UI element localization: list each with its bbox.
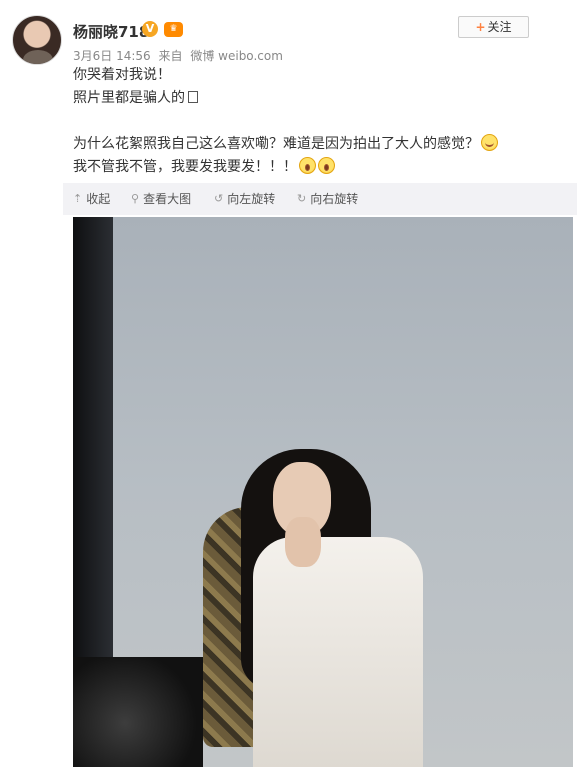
post-meta: 3月6日 14:56 来自 微博 weibo.com bbox=[73, 47, 287, 64]
collapse-button[interactable]: ⇡ 收起 bbox=[73, 183, 110, 215]
magnifier-icon: ⚲ bbox=[131, 192, 140, 205]
rotate-left-button[interactable]: ↺ 向左旋转 bbox=[214, 183, 275, 215]
post-line-4: 我不管我不管，我要发我要发！！！ bbox=[73, 156, 553, 179]
rotate-left-icon: ↺ bbox=[214, 192, 224, 205]
post-line-2: 照片里都是骗人的 bbox=[73, 87, 553, 110]
photo-camera-foreground bbox=[73, 657, 203, 767]
post-line-2-text: 照片里都是骗人的 bbox=[73, 90, 185, 106]
photo-hand bbox=[285, 517, 321, 567]
rotate-right-button[interactable]: ↻ 向右旋转 bbox=[297, 183, 358, 215]
collapse-label: 收起 bbox=[86, 192, 111, 206]
vip-badge-icon: ♛ bbox=[164, 22, 183, 37]
avatar[interactable] bbox=[12, 15, 62, 65]
post-line-1: 你哭着对我说！ bbox=[73, 67, 171, 83]
view-large-label: 查看大图 bbox=[143, 192, 192, 206]
post-line-4-text: 我不管我不管，我要发我要发！！！ bbox=[73, 159, 297, 175]
follow-label: 关注 bbox=[487, 20, 512, 34]
view-large-button[interactable]: ⚲ 查看大图 bbox=[131, 183, 191, 215]
collapse-arrow-icon: ⇡ bbox=[73, 192, 83, 205]
rotate-left-label: 向左旋转 bbox=[227, 192, 276, 206]
source-link[interactable]: 微博 weibo.com bbox=[190, 49, 283, 63]
missing-glyph-icon bbox=[188, 91, 198, 103]
shocked-emoji-icon bbox=[318, 157, 335, 174]
follow-button[interactable]: + 关注 bbox=[458, 16, 529, 38]
post-header: 杨丽晓718 V ♛ 3月6日 14:56 来自 微博 weibo.com + 关… bbox=[0, 0, 577, 72]
shocked-emoji-icon bbox=[299, 157, 316, 174]
plus-icon: + bbox=[475, 20, 486, 34]
rotate-right-label: 向右旋转 bbox=[310, 192, 359, 206]
post-photo[interactable] bbox=[73, 217, 573, 767]
photo-dress bbox=[253, 537, 423, 767]
rotate-right-icon: ↻ bbox=[297, 192, 307, 205]
username[interactable]: 杨丽晓718 bbox=[73, 21, 149, 42]
post-line-3: 为什么花絮照我自己这么喜欢嘞？难道是因为拍出了大人的感觉？ bbox=[73, 133, 553, 156]
image-toolbar: ⇡ 收起 ⚲ 查看大图 ↺ 向左旋转 ↻ 向右旋转 bbox=[63, 183, 577, 215]
post-text: 你哭着对我说！ 照片里都是骗人的 为什么花絮照我自己这么喜欢嘞？难道是因为拍出了… bbox=[73, 64, 553, 179]
post-date[interactable]: 3月6日 14:56 bbox=[73, 49, 151, 63]
post-line-3-text: 为什么花絮照我自己这么喜欢嘞？难道是因为拍出了大人的感觉？ bbox=[73, 136, 479, 152]
verified-icon: V bbox=[142, 21, 158, 37]
grin-emoji-icon bbox=[481, 134, 498, 151]
source-prefix: 来自 bbox=[158, 49, 183, 63]
